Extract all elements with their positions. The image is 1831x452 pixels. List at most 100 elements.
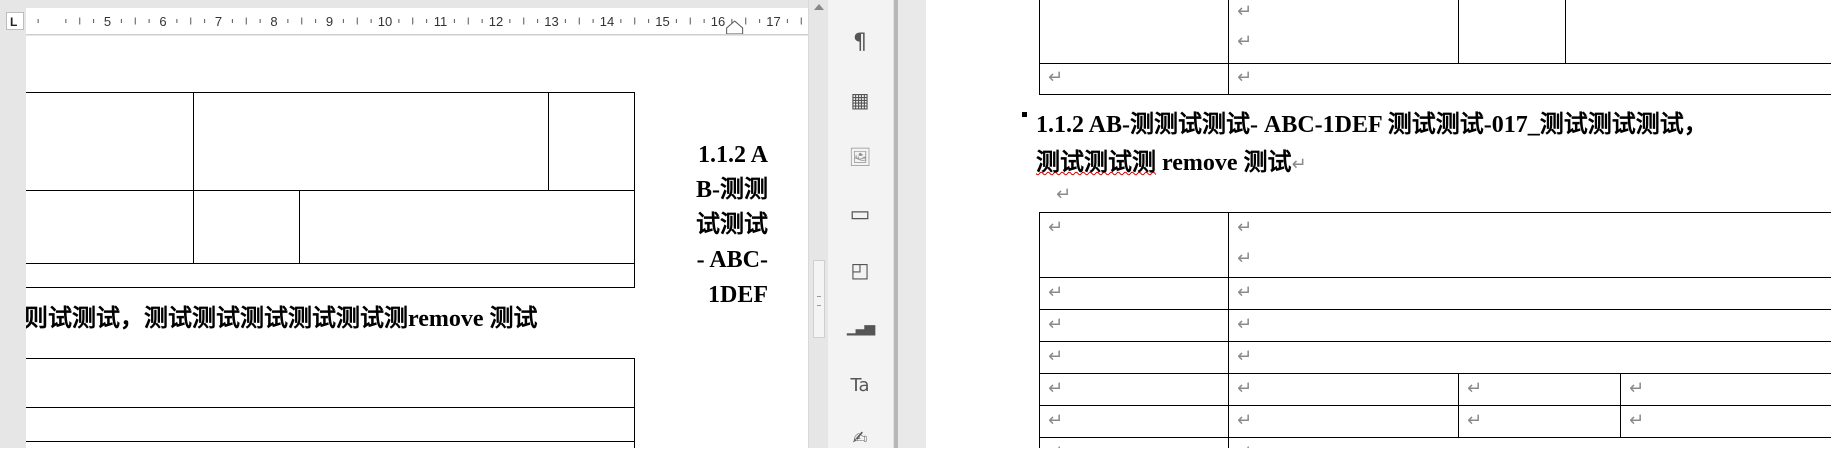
heading-line: B-测测 (696, 177, 768, 203)
ruler-number: 5 (104, 14, 111, 29)
bullet-marker (1022, 112, 1027, 117)
table-cell[interactable]: ↵ (1228, 437, 1831, 448)
table-cell[interactable]: ↵ (1039, 373, 1229, 406)
table-cell[interactable]: ↵ (1039, 212, 1229, 278)
table-cell[interactable] (1458, 0, 1566, 64)
table-cell[interactable] (1039, 0, 1229, 64)
table-cell[interactable]: ↵ (1228, 405, 1459, 438)
paragraph-mark: ↵ (1237, 67, 1253, 88)
body-text-line: 则试测试，测试测试测试测试测试测remove 测试 (26, 306, 538, 332)
paragraph-mark: ↵ (1629, 410, 1645, 431)
shapes-icon[interactable]: ◰ (846, 256, 874, 284)
paragraph-mark: ↵ (1237, 346, 1253, 367)
section-heading-line2: 测试测试测 remove 测试↵ (1036, 142, 1307, 177)
ruler-number: 14 (600, 14, 614, 29)
ruler-number: 17 (766, 14, 780, 29)
table-cell[interactable] (548, 92, 635, 191)
page-left[interactable]: 1.1.2 A B-测测 试测试 - ABC- 1DEF 则试测试，测试测试测试… (26, 36, 808, 448)
document-pane-right[interactable]: ↵ ↵ ↵ ↵ 1.1.2 AB-测测试测试- ABC-1DEF 测试测试-01… (898, 0, 1831, 448)
table-cell[interactable]: ↵ (1620, 373, 1831, 406)
table-cell[interactable]: ↵ (1039, 405, 1229, 438)
table-cell[interactable]: ↵ ↵ (1228, 212, 1831, 278)
paragraph-mark: ↵ (1237, 31, 1253, 52)
paragraph-mark: ↵ (1291, 154, 1307, 175)
paragraph-mark: ↵ (1237, 1, 1253, 22)
paragraph-mark: ↵ (1048, 67, 1064, 88)
paragraph-mark: ↵ (1048, 442, 1063, 448)
table-cell[interactable]: ↵ (1039, 63, 1229, 95)
paragraph-mark: ↵ (1237, 378, 1253, 399)
table-cell[interactable]: ↵ ↵ (1228, 0, 1459, 64)
ruler-number: 16 (711, 14, 725, 29)
horizontal-ruler[interactable]: 56789101112131415161718 (26, 8, 808, 35)
misspelled-text: 测试测试测 (1036, 150, 1156, 176)
table-cell[interactable]: ↵ (1458, 373, 1621, 406)
paragraph-mark: ↵ (1048, 378, 1064, 399)
table-cell[interactable]: ↵ (1620, 405, 1831, 438)
scroll-up-icon[interactable] (814, 4, 824, 10)
heading-line: - ABC- (696, 247, 768, 273)
paragraph-mark: ↵ (1048, 314, 1064, 335)
table-cell[interactable] (26, 358, 635, 408)
heading-line: 试测试 (696, 212, 768, 238)
paragraph-mark: ↵ (1056, 184, 1072, 205)
table-icon[interactable]: ▦ (846, 86, 874, 114)
table-cell[interactable]: ↵ (1228, 277, 1831, 310)
paragraph-mark: ↵ (1048, 410, 1064, 431)
table-cell[interactable] (193, 190, 300, 264)
grip-icon (817, 296, 821, 306)
paragraph-mark: ↵ (1237, 282, 1253, 303)
paragraph-mark: ↵ (1237, 248, 1253, 269)
table-cell[interactable]: ↵ (1039, 309, 1229, 342)
paragraph-mark: ↵ (1048, 282, 1064, 303)
ruler-ticks: 56789101112131415161718 (37, 14, 802, 34)
ruler-number: 7 (215, 14, 222, 29)
heading-line: 1.1.2 A (697, 142, 768, 168)
paragraph-mark: ↵ (1237, 442, 1252, 448)
ruler-number: 15 (655, 14, 669, 29)
paragraph-mark: ↵ (1048, 346, 1064, 367)
table-cell[interactable] (26, 441, 635, 448)
header-footer-icon[interactable]: ▭ (846, 200, 874, 228)
right-indent-marker[interactable] (726, 20, 744, 34)
ruler-number: 9 (326, 14, 333, 29)
tab-stop-label: L (10, 15, 18, 29)
paragraph-mark: ↵ (1629, 378, 1645, 399)
chart-icon[interactable]: ▁▃▅ (846, 314, 875, 342)
ruler-number: 10 (378, 14, 392, 29)
table-cell[interactable] (1565, 0, 1831, 64)
heading-line: 1DEF (708, 282, 768, 308)
table-cell[interactable] (26, 190, 194, 264)
table-cell[interactable] (26, 92, 194, 191)
section-heading: 1.1.2 AB-测测试测试- ABC-1DEF 测试测试-017_测试测试测试… (1036, 112, 1708, 138)
ruler-number: 12 (489, 14, 503, 29)
table-cell[interactable]: ↵ (1039, 341, 1229, 374)
paragraph-mark: ↵ (1048, 217, 1064, 238)
table-cell[interactable] (299, 190, 635, 264)
ruler-number: 8 (270, 14, 277, 29)
text-style-icon[interactable]: Ta (846, 371, 874, 399)
table-cell[interactable]: ↵ (1228, 373, 1459, 406)
table-cell[interactable]: ↵ (1458, 405, 1621, 438)
heading-text: remove 测试 (1156, 150, 1292, 176)
ruler-number: 11 (434, 14, 448, 29)
table-cell[interactable]: ↵ (1039, 277, 1229, 310)
paragraph-mark-icon[interactable]: ¶ (846, 28, 874, 56)
table-cell[interactable]: ↵ (1039, 437, 1229, 448)
vertical-scrollbar[interactable] (808, 0, 828, 448)
heading-narrow: 1.1.2 A B-测测 试测试 - ABC- 1DEF (638, 138, 768, 313)
table-cell[interactable]: ↵ (1228, 63, 1831, 95)
paragraph-mark: ↵ (1237, 314, 1253, 335)
scrollbar-thumb[interactable] (813, 260, 825, 338)
table-cell[interactable]: ↵ (1228, 309, 1831, 342)
tab-stop-selector[interactable]: L (6, 12, 24, 30)
paragraph-mark: ↵ (1467, 378, 1483, 399)
ruler-number: 6 (159, 14, 166, 29)
paragraph-mark: ↵ (1467, 410, 1483, 431)
table-cell[interactable] (26, 407, 635, 442)
table-cell[interactable] (26, 263, 635, 288)
table-cell[interactable]: ↵ (1228, 341, 1831, 374)
insert-toolstrip: ¶ ▦ 🖼 ▭ ◰ ▁▃▅ Ta ✍ (828, 0, 894, 449)
table-cell[interactable] (193, 92, 549, 191)
image-icon[interactable]: 🖼 (846, 143, 874, 171)
